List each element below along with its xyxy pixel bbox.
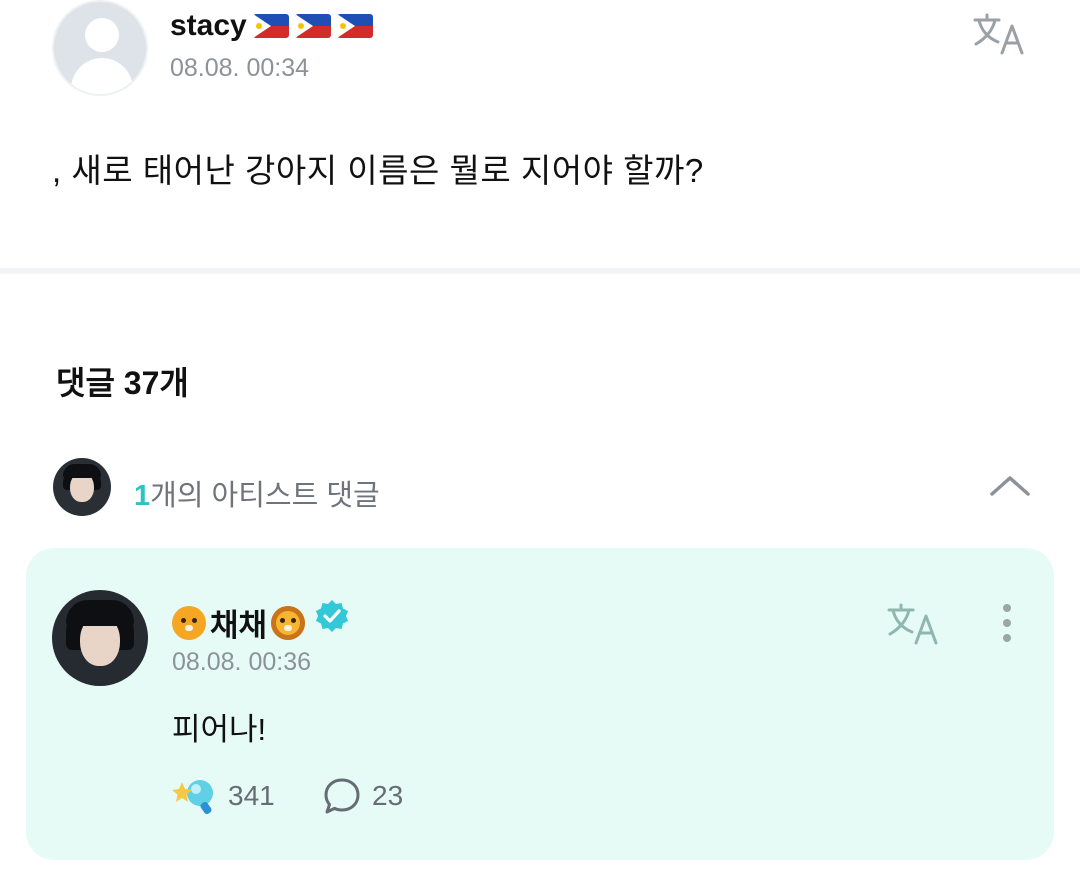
philippines-flag-icon: [336, 14, 373, 38]
philippines-flag-icon: [294, 14, 331, 38]
tiger-face-emoji-icon: [172, 605, 206, 640]
translate-icon[interactable]: [972, 12, 1028, 56]
post-author-label: stacy: [170, 9, 247, 42]
reply-count: 23: [372, 780, 404, 811]
reply-button[interactable]: 23: [322, 776, 403, 816]
like-button[interactable]: 341: [172, 776, 275, 816]
chevron-up-icon[interactable]: [988, 470, 1032, 500]
artist-comment-date: 08.08. 00:36: [172, 648, 312, 676]
artist-comment-card: 채채 08.08. 00:36 피어나! 341 23: [26, 548, 1054, 860]
default-avatar-head: [85, 18, 119, 52]
artist-comment-label: 개의 아티스트 댓글: [150, 480, 380, 512]
light-stick-like-icon: [172, 780, 213, 815]
comment-count-heading: 댓글 37개: [56, 365, 189, 401]
philippines-flag-icon: [252, 14, 289, 38]
post-page: stacy 08.08. 00:34 , 새로 태어난 강아지 이름은 뭘로 지…: [0, 0, 1080, 889]
like-count: 341: [228, 780, 275, 811]
artist-avatar[interactable]: [52, 590, 148, 686]
default-avatar-body: [71, 58, 133, 94]
post-body-text: , 새로 태어난 강아지 이름은 뭘로 지어야 할까?: [52, 152, 704, 189]
post-author-name[interactable]: stacy: [170, 9, 373, 43]
verified-badge-icon: [316, 600, 348, 632]
post-author-avatar[interactable]: [52, 0, 148, 96]
artist-name[interactable]: 채채: [172, 600, 306, 645]
artist-avatar-thumbnail: [53, 458, 111, 516]
artist-comment-toggle[interactable]: 1개의 아티스트 댓글: [134, 472, 380, 514]
lion-face-emoji-icon: [271, 605, 306, 640]
translate-icon[interactable]: [886, 602, 942, 646]
post-date: 08.08. 00:34: [170, 54, 310, 82]
artist-comment-count: 1: [134, 480, 151, 512]
artist-name-label: 채채: [210, 608, 268, 643]
section-divider: [0, 268, 1080, 274]
artist-comment-text: 피어나!: [172, 712, 267, 747]
speech-bubble-icon: [324, 778, 360, 814]
more-options-icon[interactable]: [996, 602, 1018, 646]
